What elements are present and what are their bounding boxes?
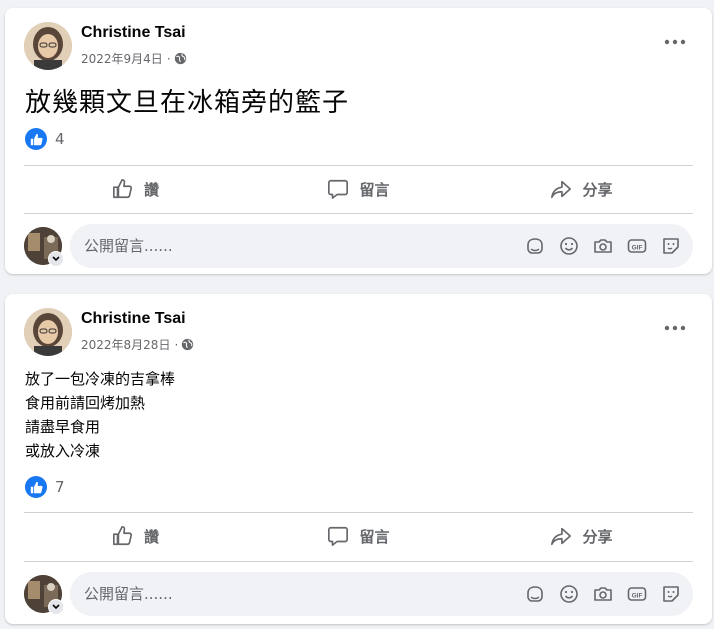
share-label: 分享 bbox=[582, 180, 613, 199]
author-name[interactable]: Christine Tsai bbox=[81, 310, 186, 328]
like-reaction-icon bbox=[25, 476, 47, 498]
comment-input[interactable] bbox=[84, 224, 384, 268]
like-label: 讚 bbox=[143, 180, 159, 199]
post-text-line: 放幾顆文旦在冰箱旁的籃子 bbox=[25, 88, 350, 118]
gif-icon[interactable]: GIF bbox=[625, 582, 649, 606]
comment-box: GIF bbox=[70, 572, 693, 616]
divider bbox=[24, 561, 693, 562]
avatar-sticker-icon[interactable] bbox=[523, 582, 547, 606]
like-label: 讚 bbox=[143, 527, 159, 546]
comment-toolbar: GIF bbox=[513, 224, 683, 268]
comment-input[interactable] bbox=[84, 572, 384, 616]
sticker-icon[interactable] bbox=[659, 234, 683, 258]
post-text-line: 放了一包冷凍的吉拿棒 bbox=[25, 370, 176, 388]
share-arrow-icon bbox=[551, 527, 572, 546]
author-avatar[interactable] bbox=[24, 22, 72, 70]
gif-icon[interactable]: GIF bbox=[625, 234, 649, 258]
like-reaction-icon bbox=[25, 128, 47, 150]
globe-icon bbox=[181, 338, 194, 351]
chevron-down-icon[interactable] bbox=[48, 251, 64, 267]
post-meta: 2022年8月28日 · bbox=[81, 336, 194, 353]
comment-icon bbox=[328, 526, 349, 546]
camera-icon[interactable] bbox=[591, 582, 615, 606]
like-count: 4 bbox=[55, 130, 65, 148]
share-button[interactable]: 分享 bbox=[470, 513, 693, 559]
sticker-icon[interactable] bbox=[659, 582, 683, 606]
emoji-icon[interactable] bbox=[557, 582, 581, 606]
comment-button[interactable]: 留言 bbox=[247, 166, 470, 212]
post-card: Christine Tsai 2022年9月4日 · 放幾顆文旦在冰箱旁的籃子 … bbox=[5, 8, 712, 274]
thumbs-up-icon bbox=[112, 526, 133, 546]
like-button[interactable]: 讚 bbox=[24, 513, 247, 559]
post-meta: 2022年9月4日 · bbox=[81, 50, 187, 67]
reaction-summary[interactable]: 4 bbox=[25, 128, 65, 150]
post-date[interactable]: 2022年8月28日 bbox=[81, 336, 170, 353]
more-options-icon[interactable] bbox=[662, 32, 688, 52]
svg-text:GIF: GIF bbox=[632, 592, 643, 599]
post-text: 放了一包冷凍的吉拿棒 食用前請回烤加熱 請盡早食用 或放入冷凍 bbox=[25, 367, 175, 463]
emoji-icon[interactable] bbox=[557, 234, 581, 258]
post-text-line: 請盡早食用 bbox=[25, 418, 101, 436]
comment-button[interactable]: 留言 bbox=[247, 513, 470, 559]
post-text: 放幾顆文旦在冰箱旁的籃子 bbox=[25, 82, 349, 119]
share-button[interactable]: 分享 bbox=[470, 166, 693, 212]
post-card: Christine Tsai 2022年8月28日 · 放了一包冷凍的吉拿棒 食… bbox=[5, 294, 712, 624]
comment-toolbar: GIF bbox=[513, 572, 683, 616]
globe-icon bbox=[174, 52, 187, 65]
author-avatar[interactable] bbox=[24, 308, 72, 356]
post-date[interactable]: 2022年9月4日 bbox=[81, 50, 163, 67]
share-label: 分享 bbox=[582, 527, 613, 546]
post-text-line: 或放入冷凍 bbox=[25, 442, 101, 460]
action-bar: 讚 留言 分享 bbox=[24, 513, 693, 559]
comment-label: 留言 bbox=[359, 527, 390, 546]
comment-label: 留言 bbox=[359, 180, 390, 199]
thumbs-up-icon bbox=[112, 179, 133, 199]
divider bbox=[24, 213, 693, 214]
comment-icon bbox=[328, 179, 349, 199]
chevron-down-icon[interactable] bbox=[48, 599, 64, 615]
svg-text:GIF: GIF bbox=[632, 244, 643, 251]
author-name[interactable]: Christine Tsai bbox=[81, 24, 186, 42]
share-arrow-icon bbox=[551, 180, 572, 199]
like-button[interactable]: 讚 bbox=[24, 166, 247, 212]
more-options-icon[interactable] bbox=[662, 318, 688, 338]
like-count: 7 bbox=[55, 478, 65, 496]
avatar-sticker-icon[interactable] bbox=[523, 234, 547, 258]
post-text-line: 食用前請回烤加熱 bbox=[25, 394, 146, 412]
camera-icon[interactable] bbox=[591, 234, 615, 258]
action-bar: 讚 留言 分享 bbox=[24, 166, 693, 212]
comment-composer: GIF bbox=[24, 224, 693, 268]
comment-composer: GIF bbox=[24, 572, 693, 616]
reaction-summary[interactable]: 7 bbox=[25, 476, 65, 498]
comment-box: GIF bbox=[70, 224, 693, 268]
